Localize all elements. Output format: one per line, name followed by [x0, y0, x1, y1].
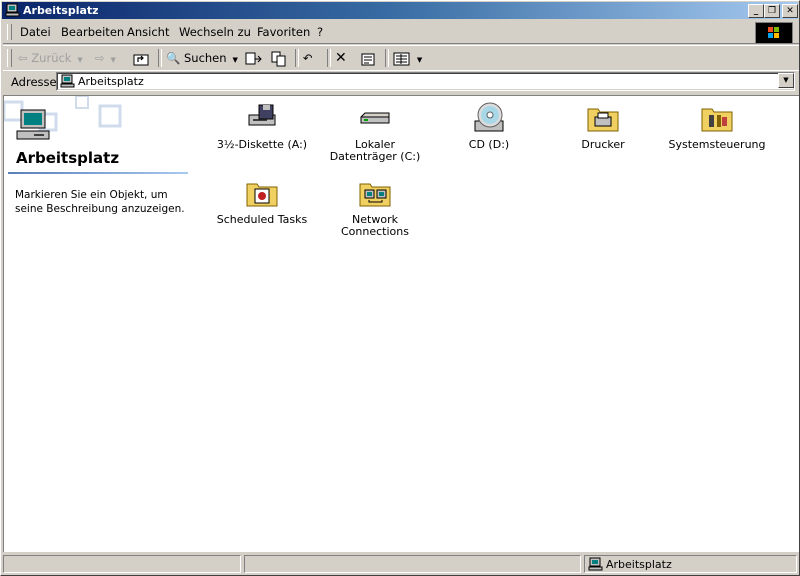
drive-c-item[interactable]: Lokaler Datenträger (C:) [320, 101, 430, 163]
delete-icon: ✕ [335, 50, 347, 66]
forward-arrow-icon: ⇨ [95, 51, 105, 65]
menu-bar: Datei Bearbeiten Ansicht Wechseln zu Fav… [3, 21, 799, 44]
up-button[interactable] [133, 49, 149, 67]
toolbar-separator [385, 49, 389, 67]
search-icon: 🔍 [166, 51, 181, 65]
views-dropdown-icon[interactable]: ▼ [415, 56, 422, 64]
back-label: Zurück [31, 51, 72, 65]
hard-drive-icon [360, 112, 390, 124]
status-panel-size [244, 555, 581, 573]
toolbar-separator [295, 49, 299, 67]
address-dropdown-button[interactable]: ▼ [778, 73, 794, 88]
address-label: Adresse [11, 75, 57, 89]
cd-drive-icon [474, 102, 504, 132]
status-panel-zone: Arbeitsplatz [584, 555, 797, 573]
views-button[interactable]: ▼ [393, 49, 422, 67]
delete-button[interactable]: ✕ [335, 49, 347, 67]
item-label: Systemsteuerung [668, 138, 766, 151]
views-icon [393, 52, 410, 65]
control-panel-folder-icon [701, 108, 733, 132]
sidebar-description: Markieren Sie ein Objekt, um seine Besch… [15, 189, 185, 215]
network-connections-folder-icon [359, 183, 391, 207]
undo-button[interactable]: ↶ [303, 49, 313, 67]
status-panel-main [3, 555, 241, 573]
content-pane: Arbeitsplatz Markieren Sie ein Objekt, u… [3, 95, 799, 552]
floppy-drive-icon [248, 104, 276, 126]
title-bar[interactable]: Arbeitsplatz _ ❐ ✕ [2, 2, 798, 19]
sidebar-title: Arbeitsplatz [16, 149, 120, 167]
properties-button[interactable] [360, 49, 378, 67]
properties-icon [361, 53, 375, 65]
status-bar: Arbeitsplatz [3, 554, 799, 575]
back-button[interactable]: ⇦ Zurück ▼ [18, 49, 83, 67]
network-connections-item[interactable]: Network Connections [320, 176, 430, 238]
my-computer-icon [5, 3, 20, 17]
toolbar-grip[interactable] [7, 49, 12, 67]
scheduled-tasks-item[interactable]: Scheduled Tasks [207, 176, 317, 226]
menu-ansicht[interactable]: Ansicht [127, 25, 169, 39]
windows-flag-icon [768, 27, 779, 38]
back-dropdown-icon[interactable]: ▼ [75, 56, 82, 64]
item-label: Lokaler Datenträger (C:) [329, 138, 421, 163]
my-computer-icon [60, 74, 75, 88]
menu-wechseln-zu[interactable]: Wechseln zu [179, 25, 251, 39]
copy-to-button[interactable] [271, 49, 289, 67]
windows-logo [755, 22, 793, 44]
printers-folder-icon [587, 108, 619, 132]
address-bar: Adresse Arbeitsplatz ▼ [3, 70, 799, 93]
item-label: Network Connections [341, 213, 409, 238]
search-dropdown-icon[interactable]: ▼ [230, 56, 237, 64]
scheduled-tasks-folder-icon [246, 183, 278, 207]
menu-help[interactable]: ? [317, 25, 323, 39]
toolbar-separator [327, 49, 331, 67]
search-label: Suchen [183, 51, 227, 65]
address-value[interactable]: Arbeitsplatz [78, 75, 144, 88]
item-label: Drucker [581, 138, 625, 151]
undo-icon: ↶ [303, 51, 313, 65]
standard-toolbar: ⇦ Zurück ▼ ⇨ ▼ 🔍 Suchen ▼ ↶ ✕ ▼ [3, 45, 799, 71]
search-button[interactable]: 🔍 Suchen ▼ [166, 49, 238, 67]
folder-up-icon [133, 54, 149, 65]
window-title: Arbeitsplatz [23, 4, 99, 17]
item-label: 3½-Diskette (A:) [216, 138, 308, 151]
copy-to-icon [271, 51, 286, 66]
menu-datei[interactable]: Datei [20, 25, 51, 39]
drive-a-item[interactable]: 3½-Diskette (A:) [207, 101, 317, 151]
address-field[interactable]: Arbeitsplatz ▼ [56, 72, 795, 91]
forward-dropdown-icon[interactable]: ▼ [108, 56, 116, 64]
minimize-button[interactable]: _ [748, 4, 764, 18]
toolbar-separator [158, 49, 162, 67]
status-location: Arbeitsplatz [606, 558, 672, 571]
printers-item[interactable]: Drucker [548, 101, 658, 151]
close-button[interactable]: ✕ [782, 4, 798, 18]
forward-button[interactable]: ⇨ ▼ [95, 49, 116, 67]
move-to-icon [245, 52, 262, 64]
folders-button[interactable] [245, 49, 263, 67]
item-label: Scheduled Tasks [216, 213, 308, 226]
sidebar-divider [8, 172, 188, 174]
menu-favoriten[interactable]: Favoriten [257, 25, 310, 39]
menu-grip[interactable] [7, 24, 12, 40]
my-computer-icon [588, 557, 603, 571]
my-computer-large-icon [16, 109, 50, 140]
control-panel-item[interactable]: Systemsteuerung [662, 101, 772, 151]
back-arrow-icon: ⇦ [18, 51, 28, 65]
maximize-button[interactable]: ❐ [764, 4, 780, 18]
item-label: CD (D:) [468, 138, 510, 151]
menu-bearbeiten[interactable]: Bearbeiten [61, 25, 124, 39]
explorer-window: Arbeitsplatz _ ❐ ✕ Datei Bearbeiten Ansi… [0, 0, 800, 576]
drive-d-item[interactable]: CD (D:) [434, 101, 544, 151]
